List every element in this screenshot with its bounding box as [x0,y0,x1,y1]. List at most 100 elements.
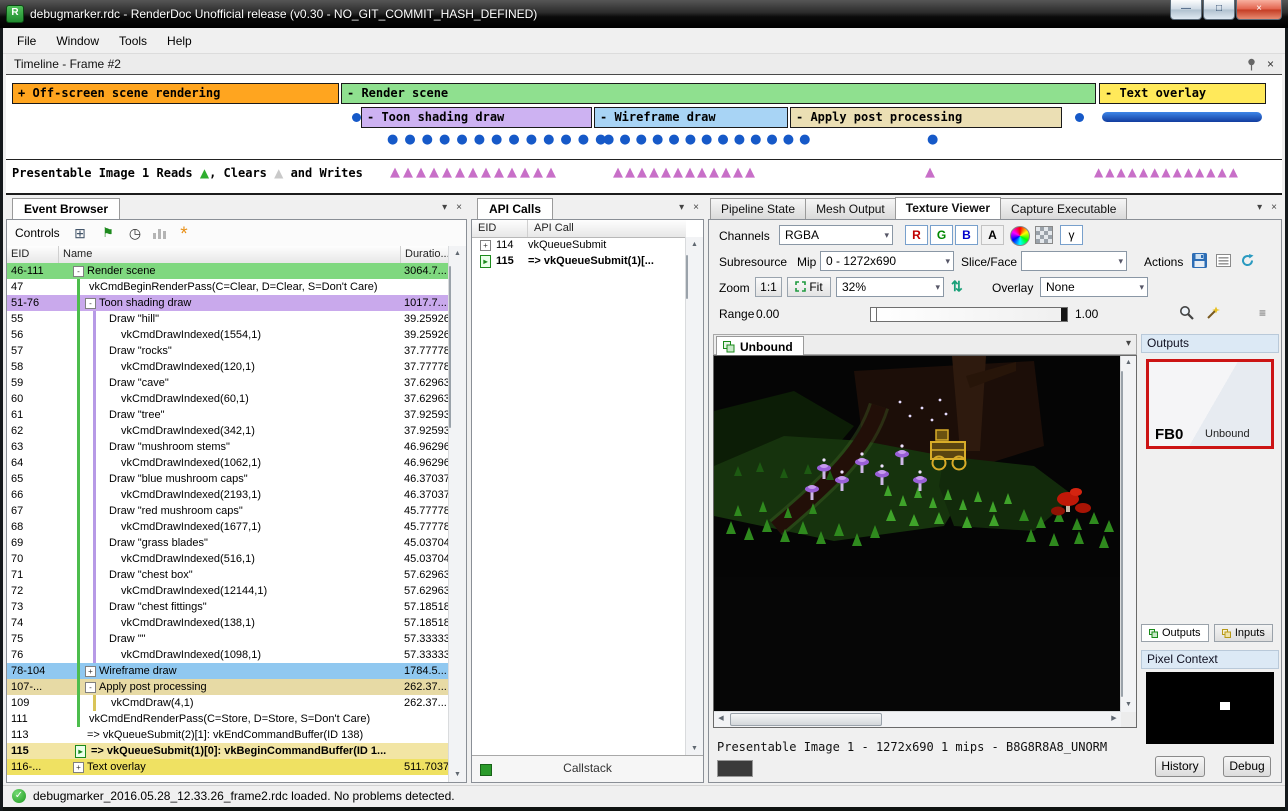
texture-vscrollbar[interactable]: ▲ ▼ [1120,356,1136,712]
save-texture-icon[interactable] [1192,253,1207,268]
event-row[interactable]: 65Draw "blue mushroom caps"46.37037 [7,471,449,487]
write-cluster-0[interactable]: ▲▲▲▲▲▲▲▲▲▲▲▲▲ [390,165,559,180]
tab-mesh-output[interactable]: Mesh Output [805,198,896,219]
autofit-wand-icon[interactable] [1205,305,1221,321]
event-row[interactable]: 69Draw "grass blades"45.03704 [7,535,449,551]
expander-icon[interactable]: + [480,240,491,251]
scroll-right-icon[interactable]: ▶ [1107,712,1121,727]
timeline-close-icon[interactable]: × [1267,57,1274,71]
event-row[interactable]: 62vkCmdDrawIndexed(342,1)37.92593 [7,423,449,439]
texture-render[interactable] [714,356,1121,712]
expander-icon[interactable]: - [85,682,96,693]
range-handle-white[interactable] [1061,308,1067,321]
expander-icon[interactable]: + [73,762,84,773]
scrollbar-thumb[interactable] [449,266,451,428]
tab-outputs[interactable]: Outputs [1141,624,1209,642]
menu-help[interactable]: Help [157,30,202,52]
minimize-button[interactable]: — [1170,0,1202,20]
history-button[interactable]: History [1155,756,1205,777]
event-row[interactable]: 71Draw "chest box"57.62963 [7,567,449,583]
bookmark-icon[interactable]: ⊞ [71,224,89,242]
tl-block-text_overlay[interactable]: - Text overlay [1099,83,1266,104]
tl-block-toon[interactable]: - Toon shading draw [361,107,592,128]
expander-icon[interactable]: - [73,266,84,277]
api-call-row-selected[interactable]: 115 => vkQueueSubmit(1)[... [472,253,686,269]
slice-face-combo[interactable]: ▾ [1021,251,1127,271]
event-row[interactable]: 51-76-Toon shading draw1017.7... [7,295,449,311]
event-browser-scrollbar[interactable]: ▲ ▼ [448,246,466,782]
event-row[interactable]: 75Draw ""57.33333 [7,631,449,647]
texture-list-icon[interactable] [1216,253,1231,268]
tl-block-wireframe[interactable]: - Wireframe draw [594,107,788,128]
alpha-channel-button[interactable]: A [981,225,1004,245]
flip-y-icon[interactable]: ⇅ [951,278,963,295]
tab-texture-viewer[interactable]: Texture Viewer [895,197,1001,219]
panel-close-icon[interactable]: × [456,202,462,213]
red-channel-button[interactable]: R [905,225,928,245]
tab-pipeline-state[interactable]: Pipeline State [710,198,806,219]
api-calls-scrollbar[interactable]: ▲ ▼ [685,237,703,756]
write-cluster-1[interactable]: ▲▲▲▲▲▲▲▲▲▲▲▲ [613,165,757,180]
wireframe-dots[interactable]: ●●●●●●●●●●●●● [603,132,815,147]
debug-button[interactable]: Debug [1223,756,1271,777]
scrollbar-thumb[interactable] [730,713,882,726]
panel-dropdown-icon[interactable]: ▾ [442,202,447,213]
fb0-thumbnail[interactable]: FB0 Unbound [1146,359,1274,449]
scroll-down-icon[interactable]: ▼ [686,741,703,756]
close-button[interactable]: × [1236,0,1282,20]
event-row[interactable]: 115=> vkQueueSubmit(1)[0]: vkBeginComman… [7,743,449,759]
gamma-button[interactable]: γ [1060,225,1083,245]
menu-file[interactable]: File [7,30,46,52]
tab-capture-executable[interactable]: Capture Executable [1000,198,1127,219]
pin-icon[interactable] [1246,58,1257,71]
event-row[interactable]: 66vkCmdDrawIndexed(2193,1)46.37037 [7,487,449,503]
expander-icon[interactable]: + [85,666,96,677]
event-row[interactable]: 76vkCmdDrawIndexed(1098,1)57.33333 [7,647,449,663]
callstack-section[interactable]: Callstack [472,755,703,782]
event-row[interactable]: 116-...+Text overlay511.7037 [7,759,449,775]
event-row[interactable]: 73Draw "chest fittings"57.18518 [7,599,449,615]
time-draws-icon[interactable]: ◷ [126,224,144,242]
overlay-combo[interactable]: None▾ [1040,277,1148,297]
event-row[interactable]: 63Draw "mushroom stems"46.96296 [7,439,449,455]
texture-list-dropdown-icon[interactable]: ▾ [1126,338,1131,349]
event-row[interactable]: 57Draw "rocks"37.77778 [7,343,449,359]
stats-icon[interactable] [153,227,167,239]
event-row[interactable]: 68vkCmdDrawIndexed(1677,1)45.77778 [7,519,449,535]
scroll-up-icon[interactable]: ▲ [686,237,703,252]
green-channel-button[interactable]: G [930,225,953,245]
scroll-down-icon[interactable]: ▼ [449,767,466,782]
channels-combo[interactable]: RGBA▾ [779,225,893,245]
text-overlay-draws-bar[interactable] [1102,112,1262,122]
event-row[interactable]: 111vkCmdEndRenderPass(C=Store, D=Store, … [7,711,449,727]
event-row[interactable]: 60vkCmdDrawIndexed(60,1)37.62963 [7,391,449,407]
scrollbar-thumb[interactable] [686,255,688,299]
event-row[interactable]: 59Draw "cave"37.62963 [7,375,449,391]
scrollbar-thumb[interactable] [1121,371,1123,697]
range-slider[interactable] [870,307,1068,322]
range-magnifier-icon[interactable] [1179,305,1195,321]
options-star-icon[interactable]: * [175,224,193,242]
tl-block-offscreen[interactable]: + Off-screen scene rendering [12,83,339,104]
zoom-fit-button[interactable]: Fit [787,277,831,297]
scroll-down-icon[interactable]: ▼ [1121,698,1136,712]
panel-close-icon[interactable]: × [693,202,699,213]
event-row[interactable]: 70vkCmdDrawIndexed(516,1)45.03704 [7,551,449,567]
zoom-1to1-button[interactable]: 1:1 [755,277,782,297]
checkerboard-background-icon[interactable] [1035,226,1053,244]
tab-api-calls[interactable]: API Calls [477,198,553,219]
event-row[interactable]: 107-...-Apply post processing262.37... [7,679,449,695]
event-row[interactable]: 67Draw "red mushroom caps"45.77778 [7,503,449,519]
texture-view[interactable]: ▲ ▼ ◀ ▶ [713,355,1137,728]
tl-block-postproc[interactable]: - Apply post processing [790,107,1062,128]
event-row[interactable]: 46-111-Render scene3064.7... [7,263,449,279]
refresh-icon[interactable] [1240,253,1255,268]
panel-dropdown-icon[interactable]: ▾ [679,202,684,213]
flag-icon[interactable]: ⚑ [99,224,117,242]
blue-channel-button[interactable]: B [955,225,978,245]
event-row[interactable]: 78-104+Wireframe draw1784.5... [7,663,449,679]
postproc-dots[interactable]: ● [927,132,938,147]
mip-combo[interactable]: 0 - 1272x690▾ [820,251,954,271]
event-row[interactable]: 56vkCmdDrawIndexed(1554,1)39.25926 [7,327,449,343]
event-row[interactable]: 72vkCmdDrawIndexed(12144,1)57.62963 [7,583,449,599]
